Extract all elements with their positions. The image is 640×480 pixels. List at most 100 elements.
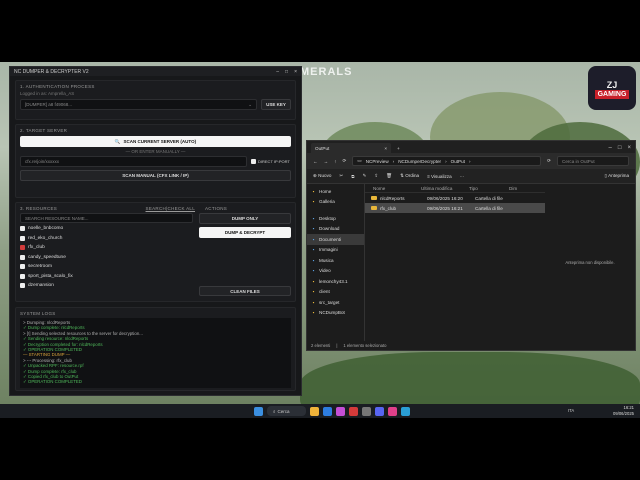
minimize-icon[interactable]: – [609, 145, 612, 151]
selection-count: 1 elemento selezionato [343, 343, 387, 348]
scan-manual-button[interactable]: SCAN MANUAL (CFX LINK / IP) [20, 170, 291, 181]
sidebar-item-label: src_target [319, 299, 340, 305]
sidebar-item-label: Musica [319, 257, 334, 263]
app-icon[interactable] [387, 406, 397, 416]
refresh-icon[interactable]: ⟳ [547, 158, 551, 164]
breadcrumb-0[interactable]: NCPreview [366, 159, 389, 164]
resource-checkbox[interactable] [20, 254, 25, 260]
add-tab-icon[interactable]: + [397, 146, 400, 151]
search-input[interactable]: Cerca in OutPut [557, 156, 629, 166]
logs-heading: SYSTEM LOGS [20, 311, 56, 316]
overlay-text: MERALS [300, 66, 353, 78]
use-key-button[interactable]: USE KEY [261, 99, 291, 110]
resource-item[interactable]: sport_pista_scalo_fix [20, 272, 193, 282]
col-size[interactable]: Dim [509, 186, 517, 191]
refresh-icon[interactable]: ⟳ [342, 158, 346, 164]
maximize-icon[interactable]: □ [285, 69, 288, 75]
resource-checkbox[interactable] [20, 283, 25, 289]
delete-icon[interactable]: 🗑 [386, 173, 392, 179]
col-name[interactable]: Nome [365, 186, 421, 191]
share-icon[interactable]: ⇪ [374, 173, 378, 179]
sidebar-item[interactable]: ▪ Home [307, 186, 364, 197]
resource-item[interactable]: candy_speedtune [20, 253, 193, 263]
preview-button[interactable]: ▯ Anteprima [605, 173, 630, 179]
resource-item[interactable]: dzemansion [20, 281, 193, 291]
start-icon[interactable] [254, 406, 263, 416]
address-bar[interactable]: ▭ NCPreview › NCDumperDecrypter › OutPut › [352, 156, 542, 166]
dump-only-button[interactable]: DUMP ONLY [199, 213, 291, 224]
new-button[interactable]: ⊕ Nuovo [313, 173, 331, 179]
folder-icon: ▪ [312, 188, 315, 194]
sidebar-item[interactable]: ▪ Video [307, 266, 364, 277]
ground-shape [300, 352, 640, 404]
clean-files-button[interactable]: CLEAN FILES [199, 286, 291, 296]
app-icon[interactable] [335, 406, 345, 416]
sidebar-item[interactable]: ▪ Galleria [307, 197, 364, 208]
maximize-icon[interactable]: □ [618, 145, 622, 151]
sidebar-item[interactable]: ▪ NCDumpBot [307, 308, 364, 319]
view-button[interactable]: ≡ Visualizza [427, 174, 452, 179]
forward-icon[interactable]: → [324, 159, 329, 164]
col-type[interactable]: Tipo [469, 186, 509, 191]
discord-icon[interactable] [374, 406, 384, 416]
game-icon[interactable] [348, 406, 358, 416]
resource-search-input[interactable]: SEARCH RESOURCE NAME... [20, 213, 193, 223]
up-icon[interactable]: ↑ [334, 159, 336, 164]
logo-subtext: GAMING [594, 90, 630, 99]
app-icon[interactable] [400, 406, 410, 416]
log-output[interactable]: > Dumping: nlcdReports ✓ Dump complete: n… [20, 318, 291, 388]
file-explorer-icon[interactable] [309, 406, 319, 416]
back-icon[interactable]: ← [313, 159, 318, 164]
breadcrumb-2[interactable]: OutPut [451, 159, 465, 164]
file-explorer-window: OutPut × + – □ × ← → ↑ ⟳ ▭ NCPreview › NC… [306, 140, 636, 351]
minimize-icon[interactable]: – [276, 69, 279, 75]
folder-icon: ▪ [312, 247, 315, 253]
edge-icon[interactable] [322, 406, 332, 416]
sidebar-item[interactable]: ▪ src_target [307, 297, 364, 308]
close-icon[interactable]: × [627, 145, 631, 151]
sidebar-item-label: NCDumpBot [319, 310, 345, 316]
more-icon[interactable]: ··· [460, 174, 465, 179]
resource-item[interactable]: rfx_club [20, 243, 193, 253]
col-date[interactable]: Ultima modifica [421, 186, 469, 191]
resource-checkbox[interactable] [20, 273, 25, 279]
sidebar-item[interactable]: ▪ lemonchy43.1 [307, 276, 364, 287]
cut-icon[interactable]: ✂ [339, 173, 343, 179]
file-row[interactable]: nlcdReports 09/06/2025 16:20 Cartella di f… [365, 193, 545, 203]
dump-decrypt-button[interactable]: DUMP & DECRYPT [199, 227, 291, 238]
close-icon[interactable]: × [294, 69, 297, 75]
taskbar-search-label: Cerca [277, 408, 290, 414]
copy-icon[interactable]: ⧉ [351, 174, 354, 179]
resource-item[interactable]: noelle_bnbcomo [20, 224, 193, 234]
taskbar-search[interactable]: ⌕ Cerca [267, 406, 306, 416]
sidebar-item[interactable]: ▪ Documenti [307, 234, 364, 245]
terminal-icon[interactable] [361, 406, 371, 416]
resource-item[interactable]: red_eko_church [20, 234, 193, 244]
folder-icon: ▪ [312, 199, 315, 205]
cfx-input[interactable]: cfx.re/join/xxxxxx [20, 156, 247, 167]
direct-ip-toggle[interactable]: DIRECT IP:PORT [251, 159, 291, 164]
check-all-link[interactable]: SEARCH|CHECK ALL [146, 206, 195, 211]
sidebar-item[interactable]: ▪ client [307, 287, 364, 298]
rename-icon[interactable]: ✎ [363, 173, 367, 179]
file-type: Cartella di file [475, 195, 503, 201]
direct-ip-checkbox[interactable] [251, 159, 256, 164]
sidebar-item[interactable]: ▪ Musica [307, 255, 364, 266]
tab-output[interactable]: OutPut × [311, 143, 391, 153]
sort-button[interactable]: ⇅ Ordina [400, 173, 419, 179]
breadcrumb-1[interactable]: NCDumperDecrypter [398, 159, 441, 164]
close-icon[interactable]: × [384, 146, 387, 151]
resource-checkbox[interactable] [20, 226, 25, 232]
resource-checkbox[interactable] [20, 235, 25, 241]
resource-item[interactable]: secretroom [20, 262, 193, 272]
scan-auto-button[interactable]: 🔍 SCAN CURRENT SERVER (AUTO) [20, 136, 291, 147]
sidebar-item[interactable]: ▪ Desktop [307, 213, 364, 224]
key-select[interactable]: [DUMPER] a8 f49068... ⌄ [20, 99, 257, 110]
sidebar-item[interactable]: ▪ Immagini [307, 245, 364, 256]
sidebar-item[interactable]: ▪ Download [307, 224, 364, 235]
resource-checkbox[interactable] [20, 264, 25, 270]
file-row[interactable]: rfx_club 09/06/2025 16:21 Cartella di file [365, 203, 545, 213]
clock[interactable]: 16:21 09/06/2025 [613, 405, 634, 416]
resource-checkbox[interactable] [20, 245, 25, 251]
language-indicator[interactable]: ITA [568, 408, 574, 413]
